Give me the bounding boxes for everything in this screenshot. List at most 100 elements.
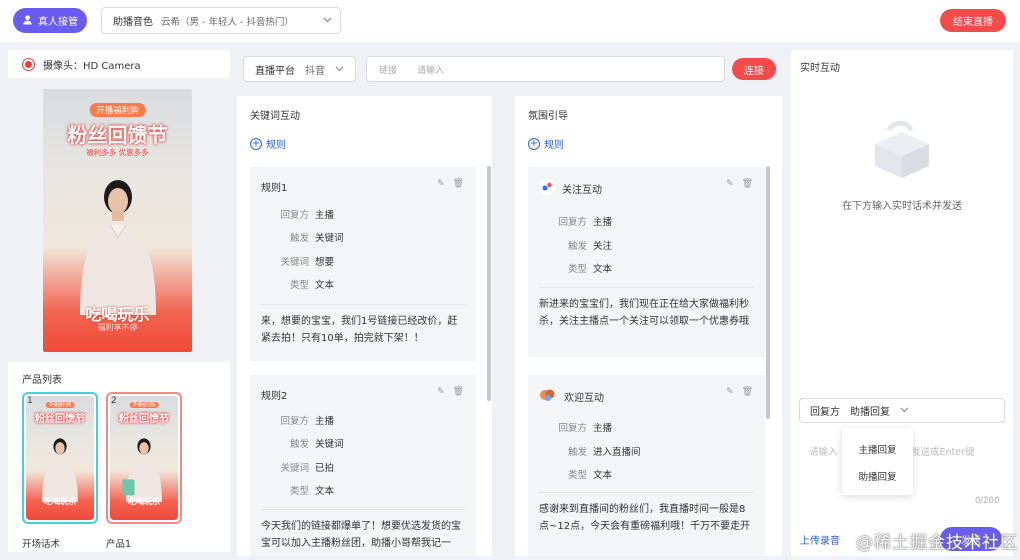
field-key: 触发 xyxy=(567,447,587,458)
field-key: 类型 xyxy=(289,486,309,497)
field-value: 进入直播间 xyxy=(593,447,641,458)
rule-card: 关注互动 ✎ 🗑 回复方 主播 触发 关注 类型 文本 新进来的宝宝们，我们现在正在给… xyxy=(528,167,765,357)
field-value: 主播 xyxy=(593,423,613,434)
rule-content: 新进来的宝宝们，我们现在正在给大家做福利秒杀，关注主播点一个关注可以领取一个优惠… xyxy=(539,299,749,327)
platform-value: 抖音 xyxy=(305,65,325,77)
end-live-button[interactable]: 结束直播 xyxy=(940,9,1006,32)
rule-name: 规则2 xyxy=(261,391,288,402)
field-key: 关键词 xyxy=(280,257,309,268)
rule-name: 关注互动 xyxy=(562,185,602,196)
edit-icon[interactable]: ✎ xyxy=(437,179,445,189)
divider xyxy=(539,287,754,288)
edit-icon[interactable]: ✎ xyxy=(726,179,734,189)
camera-bar: 摄像头：HD Camera xyxy=(8,50,230,78)
poster-tag: 开播福利购 xyxy=(89,103,146,117)
field-value: 已拍 xyxy=(315,463,335,474)
product-thumbnail: 开播福利购 粉丝回馈节 吃喝玩乐 xyxy=(26,396,94,520)
trash-icon[interactable]: 🗑 xyxy=(742,387,753,397)
watermark: @稀土掘金技术社区 xyxy=(856,533,1018,553)
trash-icon[interactable]: 🗑 xyxy=(742,179,753,189)
rule-content: 感谢来到直播间的粉丝们，我直播时间一般是8点~12点，今天会有重磅福利哦！千万不… xyxy=(539,504,751,532)
empty-hint: 在下方输入实时话术并发送 xyxy=(842,201,962,212)
scrollbar[interactable] xyxy=(766,166,770,419)
divider xyxy=(539,492,754,493)
field-key: 回复方 xyxy=(558,423,587,434)
thumb-title: 粉丝回馈节 xyxy=(119,414,169,425)
edit-icon[interactable]: ✎ xyxy=(726,387,734,397)
atmosphere-panel-title: 氛围引导 xyxy=(528,111,568,122)
upload-recording-link[interactable]: 上传录音 xyxy=(800,532,840,547)
realtime-title: 实时互动 xyxy=(800,63,840,74)
field-key: 类型 xyxy=(567,264,587,275)
thumb-tag: 开播福利购 xyxy=(129,402,159,408)
voice-select[interactable]: 助播音色 云希（男 - 年轻人 - 抖音热门） xyxy=(101,7,341,34)
plus-circle-icon: + xyxy=(250,137,262,150)
field-key: 触发 xyxy=(289,439,309,450)
product-number: 2 xyxy=(111,396,117,406)
person-icon xyxy=(22,14,33,28)
divider xyxy=(261,304,465,305)
field-value: 文本 xyxy=(315,486,335,497)
add-rule-label: 规则 xyxy=(266,140,286,151)
field-value: 主播 xyxy=(593,217,613,228)
chevron-down-icon xyxy=(900,405,909,416)
top-bar: 真人接管 助播音色 云希（男 - 年轻人 - 抖音热门） 结束直播 xyxy=(0,0,1020,42)
char-counter: 0/200 xyxy=(975,496,1000,506)
product-caption: 产品1 xyxy=(106,539,132,550)
poster-title: 粉丝回馈节 xyxy=(67,123,168,147)
camera-label: 摄像头：HD Camera xyxy=(43,60,141,72)
poster-bottom-subtitle: 福利享不停 xyxy=(97,323,138,332)
link-placeholder: 请输入 xyxy=(417,65,445,76)
field-key: 触发 xyxy=(289,233,309,244)
preview-poster: 开播福利购 粉丝回馈节 福利多多 优惠多多 吃喝玩乐 福利享不停 xyxy=(43,89,192,352)
divider xyxy=(261,509,465,510)
product-card[interactable]: 2 开播福利购 粉丝回馈节 吃喝玩乐 产品1 xyxy=(106,392,182,550)
live-takeover-button[interactable]: 真人接管 xyxy=(13,8,87,33)
plus-circle-icon: + xyxy=(528,137,540,150)
rule-content: 今天我们的链接都爆单了！想要优选发货的宝宝可以加入主播粉丝团，助播小哥帮我记一 xyxy=(261,521,461,549)
field-value: 文本 xyxy=(593,264,613,275)
product-list-title: 产品列表 xyxy=(22,375,62,386)
link-label: 链接 xyxy=(379,65,398,76)
trash-icon[interactable]: 🗑 xyxy=(453,387,464,397)
dropdown-option-host[interactable]: 主播回复 xyxy=(842,442,913,456)
field-value: 关键词 xyxy=(315,439,344,450)
message-input-placeholder[interactable]: 请输入 xyxy=(809,444,838,458)
field-value: 主播 xyxy=(315,210,335,221)
reply-value: 助播回复 xyxy=(850,407,890,418)
voice-value: 云希（男 - 年轻人 - 抖音热门） xyxy=(161,16,294,28)
presenter-figure xyxy=(37,436,83,505)
field-key: 类型 xyxy=(289,280,309,291)
reply-select[interactable]: 回复方 助播回复 xyxy=(799,398,1005,423)
platform-controls: 直播平台 抖音 链接 请输入 连接 xyxy=(237,50,782,90)
product-card[interactable]: 1 开播福利购 粉丝回馈节 吃喝玩乐 开场话术 xyxy=(22,392,98,550)
record-icon[interactable] xyxy=(22,57,35,71)
reply-dropdown-menu: 主播回复 助播回复 xyxy=(842,428,913,495)
keyword-interaction-panel: 关键词互动 + 规则 规则1 ✎ 🗑 回复方 主播 触发 关键词 关键词 想要 类型文… xyxy=(237,96,492,556)
reply-label: 回复方 xyxy=(810,407,840,418)
link-input[interactable]: 链接 请输入 xyxy=(366,56,725,82)
product-list: 产品列表 1 开播福利购 粉丝回馈节 吃喝玩乐 开场话术 2 开播福利购 粉丝回… xyxy=(8,362,230,552)
field-value: 文本 xyxy=(315,280,335,291)
connect-button[interactable]: 连接 xyxy=(732,58,776,80)
field-key: 回复方 xyxy=(280,416,309,427)
thumb-bottom-title: 吃喝玩乐 xyxy=(44,497,76,506)
trash-icon[interactable]: 🗑 xyxy=(453,179,464,189)
field-key: 回复方 xyxy=(280,210,309,221)
platform-select[interactable]: 直播平台 抖音 xyxy=(243,56,356,82)
add-rule-button[interactable]: + 规则 xyxy=(250,136,286,151)
poster-subtitle: 福利多多 优惠多多 xyxy=(86,148,149,157)
field-value: 文本 xyxy=(593,470,613,481)
field-value: 关键词 xyxy=(315,233,344,244)
rule-card: 欢迎互动 ✎ 🗑 回复方 主播 触发 进入直播间 类型 文本 感谢来到直播间的粉丝们，… xyxy=(528,375,765,556)
presenter-figure xyxy=(121,436,167,505)
edit-icon[interactable]: ✎ xyxy=(437,387,445,397)
add-rule-label: 规则 xyxy=(544,140,564,151)
add-rule-button[interactable]: + 规则 xyxy=(528,136,564,151)
field-value: 关注 xyxy=(593,241,613,252)
field-key: 类型 xyxy=(567,470,587,481)
dropdown-option-assistant[interactable]: 助播回复 xyxy=(842,469,913,483)
scrollbar[interactable] xyxy=(487,166,491,401)
rule-name: 规则1 xyxy=(261,183,288,194)
chevron-down-icon xyxy=(335,64,344,75)
